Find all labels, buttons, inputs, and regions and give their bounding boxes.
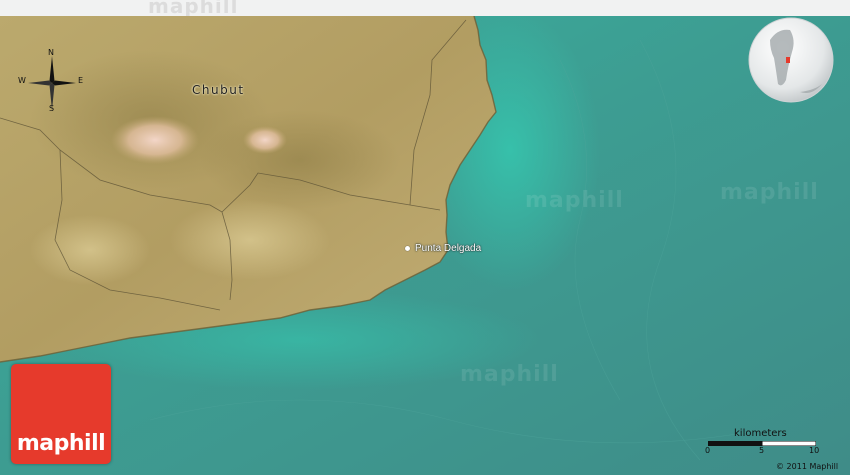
compass-north: N bbox=[48, 48, 54, 57]
scale-tick-10: 10 bbox=[809, 446, 820, 455]
map-frame: maphill N S W E Chubut Punta Delgada map… bbox=[0, 0, 850, 475]
logo-text: maphill bbox=[16, 431, 106, 456]
relief-hills bbox=[200, 110, 400, 210]
locator-globe bbox=[748, 17, 834, 103]
compass-rose: N S W E bbox=[16, 48, 88, 114]
scale-tick-0: 0 bbox=[705, 446, 711, 455]
location-marker bbox=[786, 57, 790, 63]
place-marker[interactable] bbox=[405, 246, 410, 251]
compass-west: W bbox=[18, 76, 26, 85]
compass-east: E bbox=[78, 76, 84, 85]
salt-flat-2 bbox=[243, 126, 287, 154]
watermark: maphill bbox=[460, 362, 559, 387]
salt-flat-1 bbox=[111, 116, 199, 164]
region-label-chubut: Chubut bbox=[192, 83, 245, 97]
relief-plain-2 bbox=[170, 200, 330, 280]
top-strip: maphill bbox=[0, 0, 850, 18]
maphill-logo[interactable]: maphill bbox=[11, 364, 111, 464]
scale-title: kilometers bbox=[734, 428, 787, 439]
watermark: maphill bbox=[525, 188, 624, 213]
relief-plain bbox=[30, 215, 150, 285]
copyright-text: © 2011 Maphill bbox=[776, 462, 839, 471]
scale-bar: kilometers 0 5 10 bbox=[700, 428, 825, 456]
compass-south: S bbox=[49, 104, 55, 113]
watermark: maphill bbox=[720, 180, 819, 205]
scale-tick-5: 5 bbox=[759, 446, 765, 455]
place-label-punta-delgada[interactable]: Punta Delgada bbox=[415, 243, 481, 254]
satellite-map[interactable]: N S W E Chubut Punta Delgada maphill map… bbox=[0, 16, 850, 475]
